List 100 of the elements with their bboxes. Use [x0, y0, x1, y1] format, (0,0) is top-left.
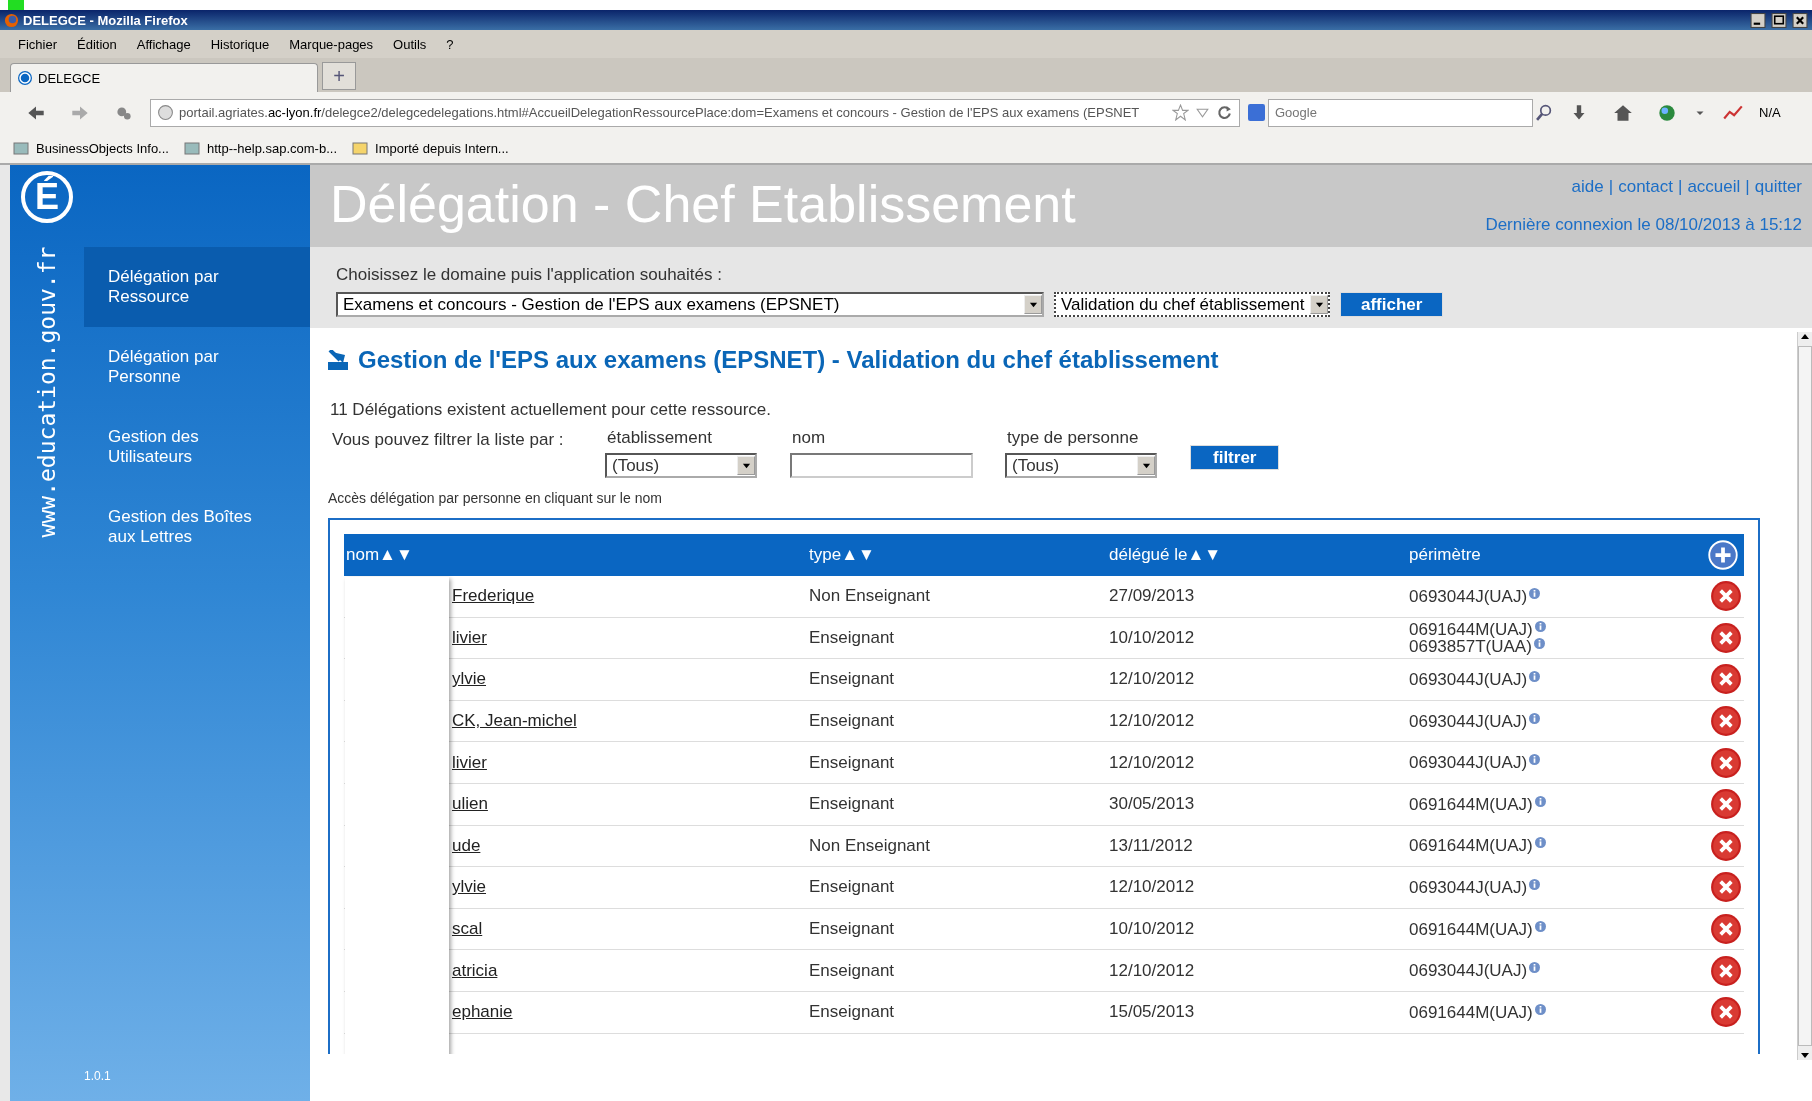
table-cell: 0693044J(UAJ): [1409, 878, 1528, 896]
info-icon[interactable]: [1534, 795, 1546, 807]
hint-text: Accès délégation par personne en cliquant sur le nom: [328, 490, 663, 506]
delete-icon[interactable]: [1710, 871, 1742, 904]
add-icon[interactable]: [1708, 540, 1738, 570]
info-icon[interactable]: [1529, 962, 1541, 974]
delete-icon[interactable]: [1710, 996, 1742, 1029]
name-link[interactable]: atricia: [452, 960, 498, 980]
sidebar-item[interactable]: Délégation par Personne: [84, 327, 310, 407]
info-icon[interactable]: [1529, 754, 1541, 766]
globe-icon: [157, 104, 174, 121]
name-link[interactable]: ylvie: [452, 669, 486, 689]
info-icon[interactable]: [1534, 1003, 1546, 1015]
browser-tab[interactable]: DELEGCE: [10, 63, 318, 92]
column-header[interactable]: périmètre: [1409, 545, 1709, 565]
delete-icon[interactable]: [1710, 705, 1742, 738]
table-cell-text: Enseignant: [809, 919, 896, 940]
minimize-icon[interactable]: [1750, 12, 1766, 28]
name-link[interactable]: CK, Jean-michel: [452, 711, 577, 731]
address-field[interactable]: portail.agriates.ac-lyon.fr/delegce2/delegcedelegations.html#AccueilDelegationRessourcePlace:dom=Examens et concours - Gestion de l'EPS aux examens (EPSNET: [150, 98, 1240, 127]
filter-button[interactable]: filtrer: [1190, 445, 1280, 470]
reload-icon[interactable]: [1216, 104, 1233, 121]
delete-icon[interactable]: [1710, 663, 1742, 696]
menu-item[interactable]: ?: [446, 36, 454, 52]
table-cell-text: Enseignant: [809, 877, 896, 898]
sidebar-item[interactable]: Gestion des Boîtes aux Lettres: [84, 487, 310, 567]
table-cell: 0691644M(UAJ): [1409, 1003, 1533, 1021]
info-icon[interactable]: [1533, 637, 1545, 649]
info-icon[interactable]: [1529, 587, 1541, 599]
favicon-icon: [17, 70, 33, 86]
sidebar-item[interactable]: Délégation par Ressource: [84, 247, 310, 327]
table-cell-text: Enseignant: [809, 669, 896, 690]
search-field[interactable]: Google: [1268, 98, 1533, 127]
scroll-up-icon[interactable]: [1800, 332, 1810, 342]
table-cell-text: 30/05/2013: [1109, 794, 1196, 815]
star-icon[interactable]: [1172, 104, 1189, 121]
name-link[interactable]: livier: [452, 752, 487, 772]
menu-item[interactable]: Affichage: [136, 36, 191, 52]
menu-item[interactable]: Édition: [77, 36, 117, 52]
filter-intro: Vous pouvez filtrer la liste par :: [331, 430, 565, 450]
name-field[interactable]: [790, 453, 973, 478]
name-link[interactable]: ude: [452, 835, 481, 855]
name-link[interactable]: livier: [452, 627, 487, 647]
scroll-down-icon[interactable]: [1800, 1050, 1810, 1060]
table-cell: 0693044J(UAJ): [1409, 587, 1528, 605]
domain-select[interactable]: Examens et concours - Gestion de l'EPS aux examens (EPSNET): [336, 292, 1044, 317]
name-link[interactable]: ulien: [452, 794, 488, 814]
last-login-text: Dernière connexion le 08/10/2013 à 15:12: [1485, 215, 1802, 235]
bookmark-icon: [182, 140, 201, 156]
menu-item[interactable]: Historique: [210, 36, 270, 52]
delete-icon[interactable]: [1710, 788, 1742, 821]
name-link[interactable]: ephanie: [452, 1002, 513, 1022]
search-icon[interactable]: [1536, 104, 1553, 121]
info-icon[interactable]: [1534, 620, 1546, 632]
column-header[interactable]: délégué le▲▼: [1109, 545, 1409, 565]
delete-icon[interactable]: [1710, 621, 1742, 654]
logo-icon: É: [21, 171, 73, 223]
table-cell-text: 12/10/2012: [1109, 711, 1196, 732]
info-icon[interactable]: [1534, 920, 1546, 932]
info-icon[interactable]: [1529, 671, 1541, 682]
arrow-icon: [328, 350, 348, 370]
menu-item[interactable]: Marque-pages: [289, 36, 374, 52]
name-link[interactable]: scal: [452, 919, 483, 939]
close-icon[interactable]: [1792, 12, 1808, 28]
table-cell: 0691644M(UAJ): [1409, 795, 1533, 813]
menu-item[interactable]: Outils: [393, 36, 427, 52]
version-label: 1.0.1: [84, 1069, 111, 1083]
table-cell-text: 12/10/2012: [1109, 752, 1196, 773]
bookmark-item[interactable]: http--help.sap.com-b...: [182, 140, 337, 156]
filter-select[interactable]: (Tous): [1005, 453, 1157, 478]
table-cell-text: Non Enseignant: [809, 586, 931, 607]
delete-icon[interactable]: [1710, 746, 1742, 779]
table-cell: 0693044J(UAJ): [1409, 671, 1528, 688]
maximize-icon[interactable]: [1771, 12, 1787, 28]
show-button[interactable]: afficher: [1340, 292, 1444, 317]
column-header[interactable]: type▲▼: [809, 545, 1109, 565]
delete-icon[interactable]: [1710, 580, 1742, 613]
info-icon[interactable]: [1529, 878, 1541, 890]
info-icon[interactable]: [1529, 712, 1541, 724]
sidebar-item[interactable]: Gestion des Utilisateurs: [84, 407, 310, 487]
filter-label: nom: [791, 428, 827, 448]
bookmark-item[interactable]: Importé depuis Intern...: [351, 140, 509, 156]
filter-select[interactable]: (Tous): [605, 453, 757, 478]
bookmark-item[interactable]: BusinessObjects Info...: [12, 140, 169, 156]
highlight-mark: [8, 0, 24, 10]
name-link[interactable]: Frederique: [452, 586, 535, 606]
menu-item[interactable]: Fichier: [18, 36, 57, 52]
delete-icon[interactable]: [1710, 913, 1742, 946]
column-header[interactable]: nom▲▼: [344, 545, 809, 565]
name-link[interactable]: ylvie: [452, 877, 486, 897]
application-select[interactable]: Validation du chef établissement: [1054, 292, 1330, 317]
table-cell-text: Enseignant: [809, 627, 896, 648]
table-cell: 0691644M(UAJ): [1409, 620, 1533, 638]
delete-icon[interactable]: [1710, 829, 1742, 862]
new-tab-button[interactable]: +: [322, 62, 356, 90]
table-cell-text: 10/10/2012: [1109, 919, 1196, 940]
table-cell-text: 12/10/2012: [1109, 877, 1196, 898]
delete-icon[interactable]: [1710, 954, 1742, 987]
table-cell: 0691644M(UAJ): [1409, 837, 1533, 855]
info-icon[interactable]: [1534, 837, 1546, 849]
